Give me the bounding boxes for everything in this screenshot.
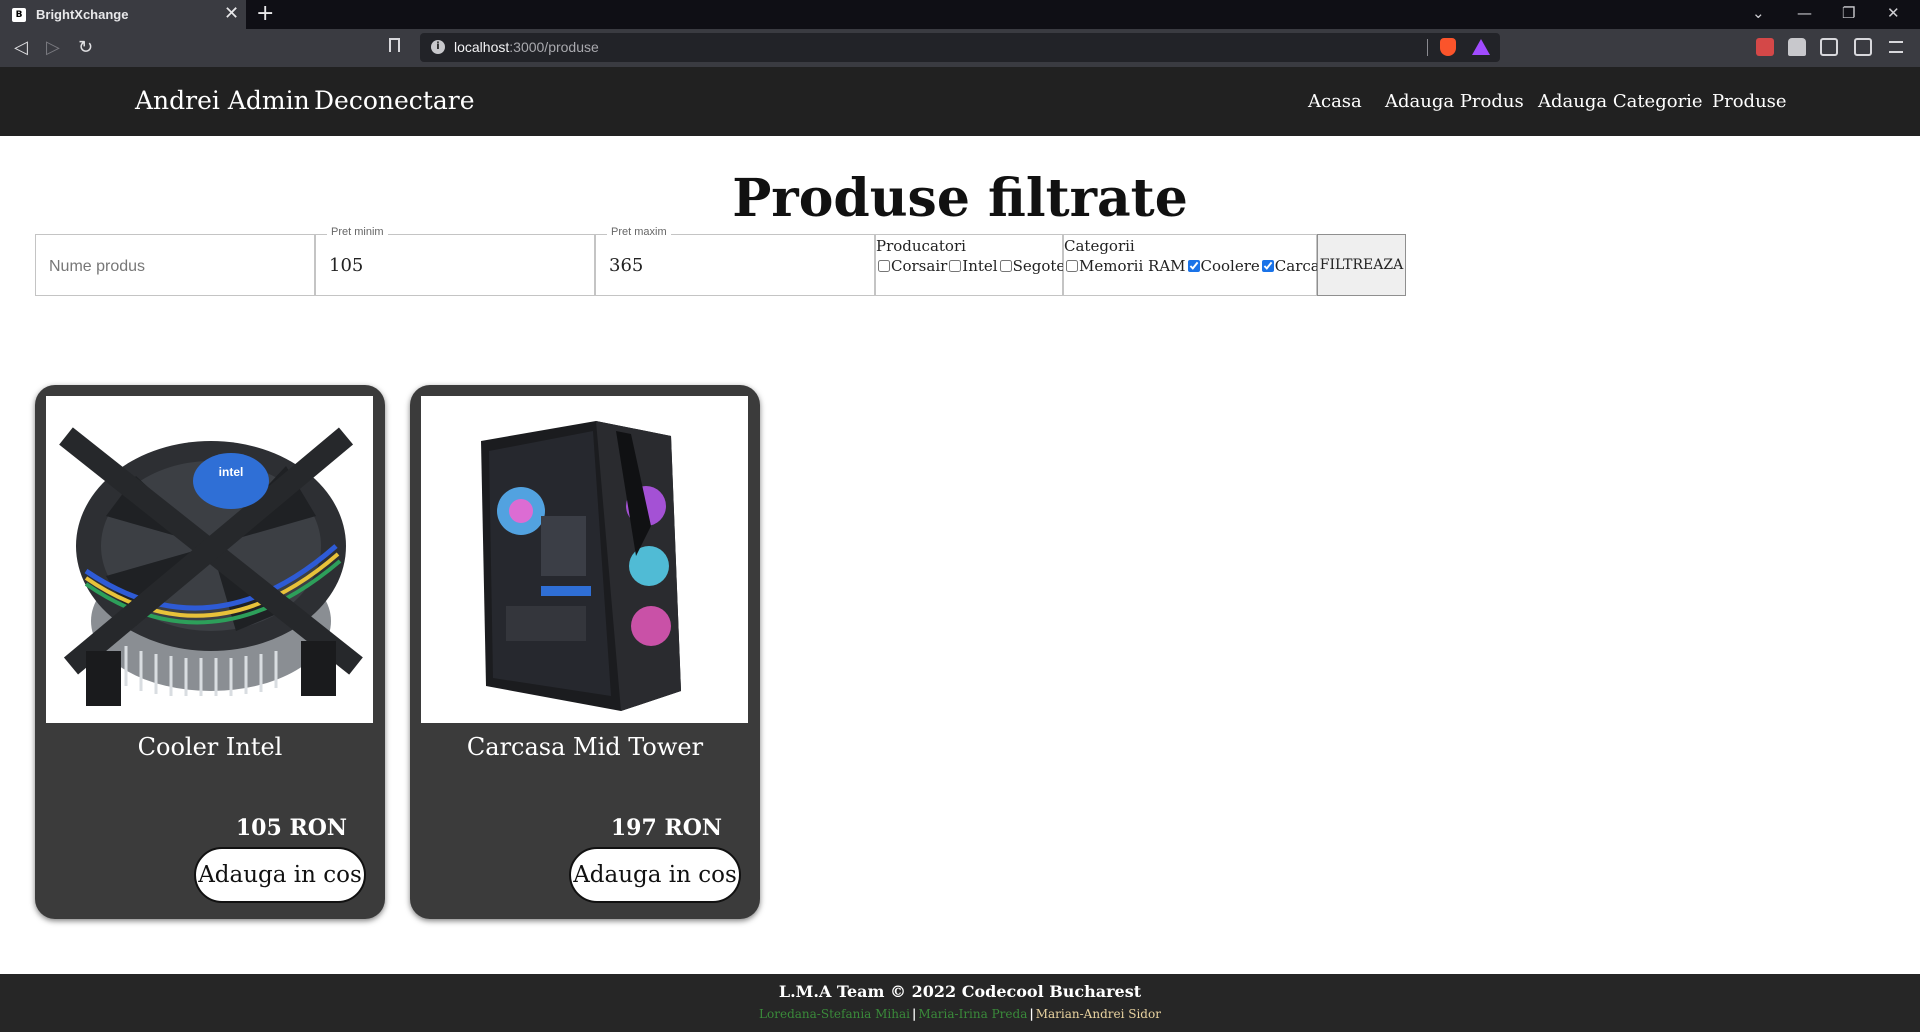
footer-title: L.M.A Team © 2022 Codecool Bucharest: [778, 982, 1142, 1001]
category-checkbox-coolere[interactable]: [1187, 260, 1200, 272]
category-option-coolere[interactable]: Coolere: [1186, 257, 1260, 275]
max-price-input[interactable]: [609, 255, 849, 276]
producer-label: Corsair: [891, 257, 948, 275]
cpu-cooler-image: intel: [46, 396, 373, 723]
user-name-link[interactable]: Andrei Admin: [135, 86, 310, 115]
max-price-label: Pret maxim: [607, 226, 671, 238]
back-arrow-icon[interactable]: ◁: [14, 37, 28, 58]
close-window-button[interactable]: ✕: [1887, 4, 1900, 22]
url-host: localhost: [454, 39, 510, 55]
category-label: Memorii RAM: [1079, 257, 1186, 275]
wallet-icon[interactable]: [1854, 38, 1872, 56]
forward-arrow-icon: ▷: [46, 37, 60, 58]
nav-link-adauga-produs[interactable]: Adauga Produs: [1385, 91, 1524, 112]
author-separator: |: [1029, 1007, 1034, 1021]
categories-label: Categorii: [1064, 237, 1135, 255]
producer-option-intel[interactable]: Intel: [947, 257, 998, 275]
add-to-cart-button[interactable]: Adauga in cos: [194, 847, 366, 903]
producer-label: Intel: [962, 257, 998, 275]
min-price-label: Pret minim: [327, 226, 388, 238]
footer-authors: Loredana-Stefania Mihai | Maria-Irina Pred…: [0, 1007, 1920, 1021]
address-divider: [1427, 39, 1428, 56]
svg-text:intel: intel: [219, 465, 244, 479]
brave-rewards-icon[interactable]: [1472, 39, 1490, 55]
tab-close-icon[interactable]: ✕: [224, 3, 239, 24]
author-link-2[interactable]: Maria-Irina Preda: [918, 1007, 1027, 1021]
bookmark-icon[interactable]: [389, 38, 400, 52]
category-checkbox-memorii-ram[interactable]: [1066, 260, 1078, 272]
category-option-memorii-ram[interactable]: Memorii RAM: [1064, 257, 1186, 275]
producers-label: Producatori: [876, 237, 966, 255]
browser-tab[interactable]: B BrightXchange ✕: [0, 0, 246, 29]
extensions-puzzle-icon[interactable]: [1788, 38, 1806, 56]
product-image[interactable]: intel: [46, 396, 373, 723]
producer-checkbox-segotep[interactable]: [999, 260, 1012, 272]
producer-checkbox-intel[interactable]: [949, 260, 962, 272]
producers-options: Corsair Intel Segotep: [876, 257, 1075, 276]
restore-button[interactable]: ❐: [1842, 4, 1855, 22]
reload-icon[interactable]: ↻: [78, 37, 93, 58]
tab-title: BrightXchange: [36, 7, 129, 22]
extension-icon[interactable]: [1756, 38, 1774, 56]
category-label: Coolere: [1200, 257, 1260, 275]
product-name: Cooler Intel: [137, 733, 283, 761]
page-title: Produse filtrate: [732, 168, 1188, 229]
menu-icon[interactable]: [1889, 41, 1903, 53]
tab-search-icon[interactable]: ⌄: [1752, 4, 1765, 22]
product-price: 197 RON: [610, 815, 722, 841]
categories-filter-group: Categorii Memorii RAM Coolere Carcase: [1063, 234, 1336, 296]
url-text[interactable]: localhost:3000/produse: [454, 39, 599, 55]
new-tab-button[interactable]: +: [256, 1, 274, 26]
url-path: :3000/produse: [509, 39, 599, 55]
author-link-1[interactable]: Loredana-Stefania Mihai: [759, 1007, 910, 1021]
author-separator: |: [911, 1007, 917, 1021]
nav-link-produse[interactable]: Produse: [1712, 91, 1787, 112]
nav-link-adauga-categorie[interactable]: Adauga Categorie: [1538, 91, 1703, 112]
min-price-input[interactable]: [329, 255, 569, 276]
filter-button[interactable]: FILTREAZA: [1317, 234, 1406, 296]
name-filter-field[interactable]: [35, 234, 315, 296]
name-filter-input[interactable]: [49, 255, 289, 276]
categories-options: Memorii RAM Coolere Carcase: [1064, 257, 1336, 276]
author-link-3[interactable]: Marian-Andrei Sidor: [1036, 1007, 1161, 1021]
product-name: Carcasa Mid Tower: [466, 733, 704, 761]
product-image[interactable]: [421, 396, 748, 723]
product-card: intel Cooler Intel 105 RON Adauga in cos: [35, 385, 385, 919]
minimize-button[interactable]: —: [1797, 4, 1812, 22]
min-price-field[interactable]: Pret minim: [315, 226, 595, 296]
producer-option-corsair[interactable]: Corsair: [876, 257, 947, 275]
logout-link[interactable]: Deconectare: [314, 86, 475, 115]
producer-checkbox-corsair[interactable]: [878, 260, 890, 272]
browser-tab-bar: B BrightXchange ✕ + ⌄ — ❐ ✕: [0, 0, 1920, 29]
category-checkbox-carcase[interactable]: [1261, 260, 1274, 272]
max-price-field[interactable]: Pret maxim: [595, 226, 875, 296]
product-price: 105 RON: [235, 815, 347, 841]
pc-case-image: [421, 396, 748, 723]
site-favicon-icon: B: [12, 8, 26, 22]
brave-shields-icon[interactable]: [1440, 38, 1456, 56]
product-card: Carcasa Mid Tower 197 RON Adauga in cos: [410, 385, 760, 919]
site-info-icon[interactable]: i: [431, 40, 445, 54]
add-to-cart-button[interactable]: Adauga in cos: [569, 847, 741, 903]
nav-link-acasa[interactable]: Acasa: [1308, 91, 1362, 112]
producers-filter-group: Producatori Corsair Intel Segotep: [875, 234, 1075, 296]
sidebar-icon[interactable]: [1820, 38, 1838, 56]
